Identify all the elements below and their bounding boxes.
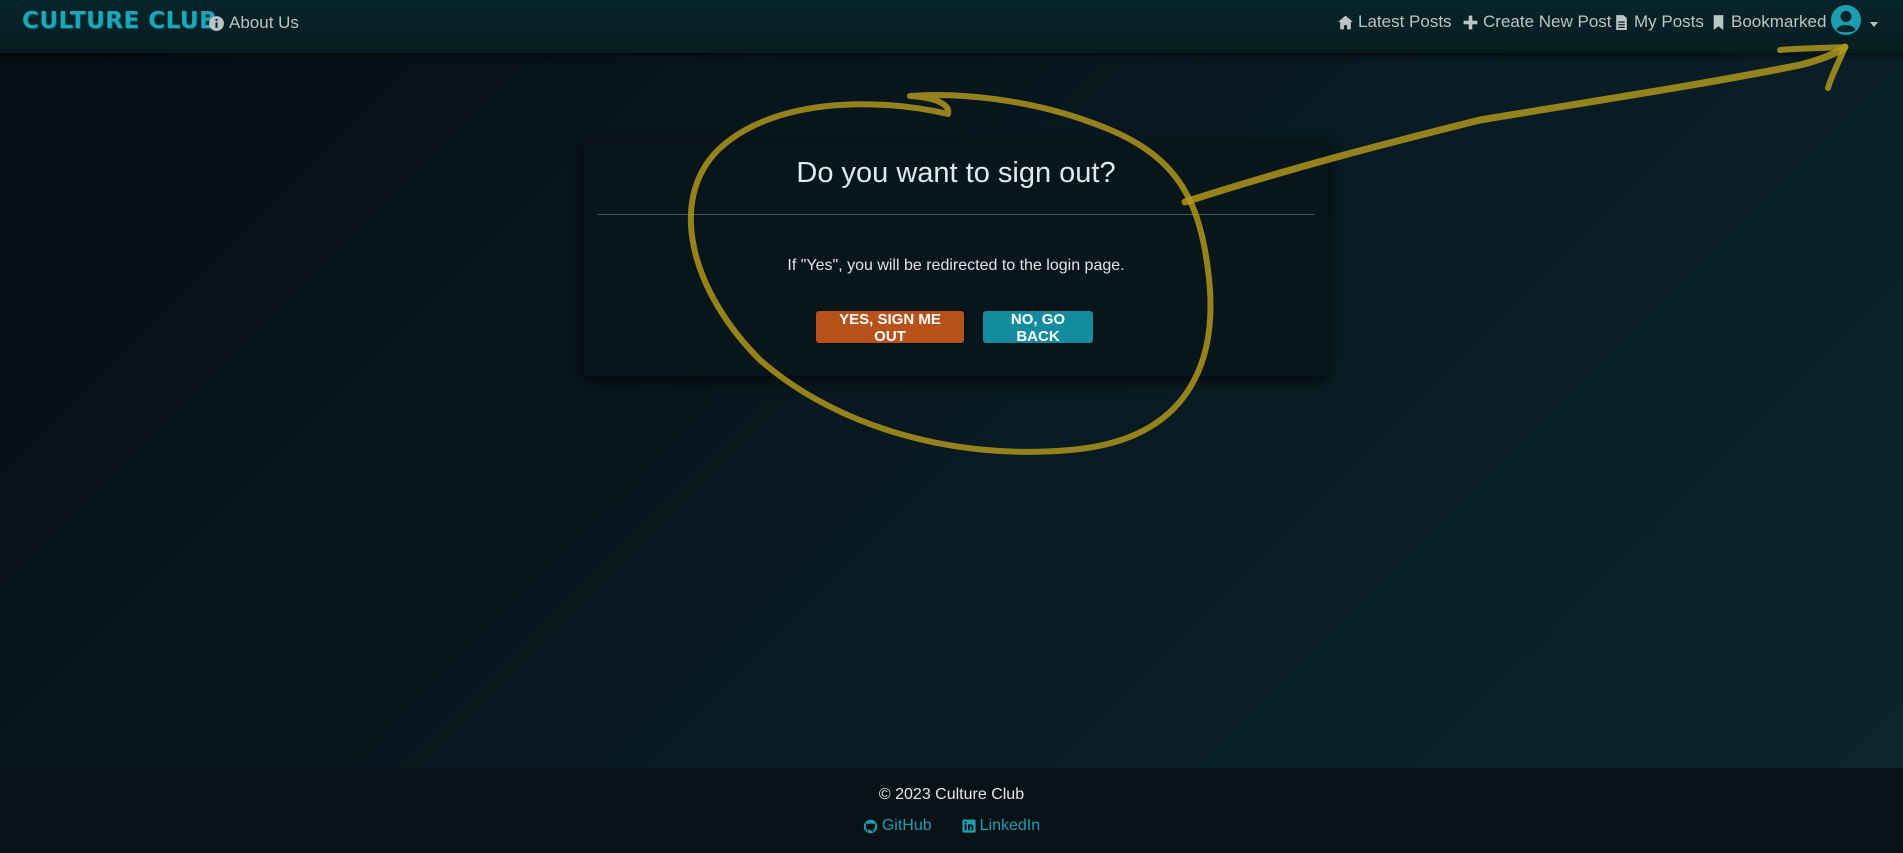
footer: © 2023 Culture Club GitHub LinkedIn <box>0 768 1903 853</box>
go-back-button[interactable]: NO, GO BACK <box>983 311 1093 345</box>
nav-create-post[interactable]: Create New Post <box>1462 12 1612 32</box>
nav-about-us-label: About Us <box>229 13 299 32</box>
nav-latest-posts-label: Latest Posts <box>1358 12 1452 31</box>
nav-create-post-label: Create New Post <box>1483 12 1612 31</box>
nav-about-us[interactable]: About Us <box>208 13 299 33</box>
linkedin-icon <box>962 819 976 833</box>
annotation-overlay <box>687 43 1849 455</box>
github-icon <box>863 819 878 833</box>
sign-out-dialog: Do you want to sign out? If "Yes", you w… <box>584 143 1328 376</box>
copyright-text: © 2023 Culture Club <box>878 786 1025 803</box>
navbar: CULTURE CLUB About Us Latest Posts Creat… <box>0 0 1903 53</box>
footer-links: GitHub LinkedIn <box>0 817 1903 835</box>
document-icon <box>1616 14 1627 30</box>
sign-out-button[interactable]: YES, SIGN ME OUT <box>816 311 964 345</box>
divider <box>598 214 1314 215</box>
info-circle-icon <box>209 15 224 31</box>
plus-icon <box>1463 15 1478 29</box>
linkedin-link-label: LinkedIn <box>979 817 1041 834</box>
chevron-down-icon[interactable] <box>1870 22 1878 27</box>
github-link[interactable]: GitHub <box>863 817 932 835</box>
home-icon <box>1338 15 1353 29</box>
nav-my-posts-label: My Posts <box>1634 12 1704 31</box>
dialog-title: Do you want to sign out? <box>796 157 1116 189</box>
bookmark-icon <box>1713 14 1724 30</box>
nav-bookmarked[interactable]: Bookmarked <box>1710 12 1826 32</box>
linkedin-link[interactable]: LinkedIn <box>962 817 1041 835</box>
nav-my-posts[interactable]: My Posts <box>1613 12 1704 32</box>
annotation-arrowhead <box>1777 44 1848 91</box>
brand-logo[interactable]: CULTURE CLUB <box>22 8 217 34</box>
github-link-label: GitHub <box>881 817 932 834</box>
nav-latest-posts[interactable]: Latest Posts <box>1337 12 1452 32</box>
nav-bookmarked-label: Bookmarked <box>1731 12 1827 31</box>
dialog-message: If "Yes", you will be redirected to the … <box>787 257 1125 274</box>
user-circle-icon[interactable] <box>1830 4 1862 36</box>
